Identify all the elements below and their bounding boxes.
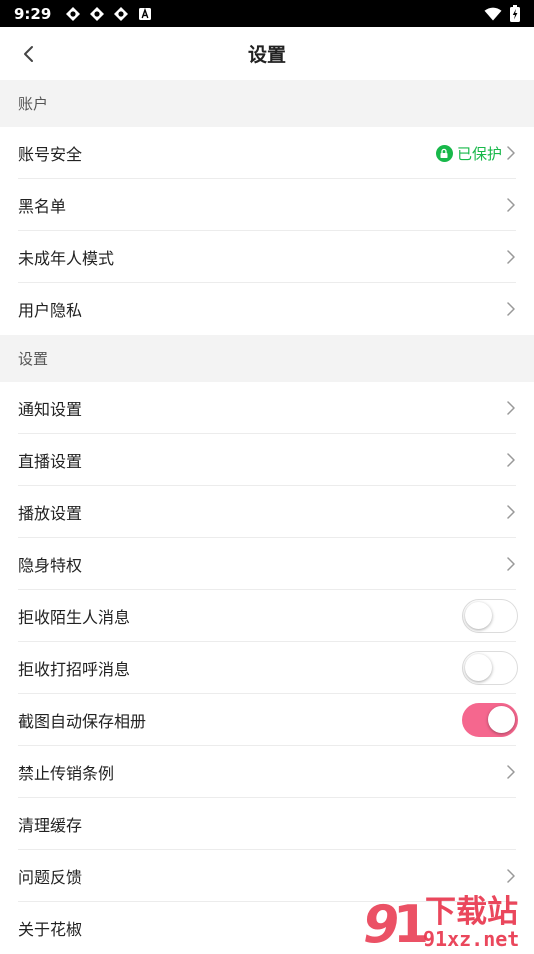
row-anti-pyramid-rules[interactable]: 禁止传销条例 [0,746,534,798]
page-title: 设置 [247,44,286,66]
chevron-right-icon [507,453,515,467]
watermark-domain-text: 91xz.net [423,927,519,950]
row-reject-greeting-messages: 拒收打招呼消息 [0,642,534,694]
screenshot-autosave-toggle[interactable] [462,703,518,737]
row-account-security[interactable]: 账号安全 已保护 [0,127,534,179]
app-icon-2 [90,6,105,21]
app-icon-1 [66,6,81,21]
row-notification-settings[interactable]: 通知设置 [0,382,534,434]
watermark-brand-text: 下载站 [425,894,518,930]
back-button[interactable] [8,27,48,80]
chevron-right-icon [507,401,515,415]
row-invisible-privilege[interactable]: 隐身特权 [0,538,534,590]
row-label: 禁止传销条例 [18,764,115,783]
reject-stranger-toggle[interactable] [462,599,518,633]
row-user-privacy[interactable]: 用户隐私 [0,283,534,335]
chevron-right-icon [507,869,515,883]
chevron-right-icon [507,146,515,160]
row-label: 截图自动保存相册 [18,712,147,731]
section-header-account: 账户 [0,80,534,127]
a-box-icon [139,7,152,20]
toggle-knob [465,602,492,629]
row-screenshot-autosave: 截图自动保存相册 [0,694,534,746]
chevron-left-icon [24,45,33,62]
row-label: 黑名单 [18,197,67,216]
chevron-right-icon [507,557,515,571]
app-icon-3 [114,6,129,21]
row-label: 用户隐私 [18,301,83,320]
row-label: 未成年人模式 [18,249,115,268]
row-minor-mode[interactable]: 未成年人模式 [0,231,534,283]
status-time: 9:29 [14,4,52,23]
chevron-right-icon [507,505,515,519]
protected-status-text: 已保护 [456,144,502,163]
row-label: 隐身特权 [18,556,83,575]
watermark-logo: 9 1 下载站 91xz.net [363,894,519,950]
row-playback-settings[interactable]: 播放设置 [0,486,534,538]
row-label: 通知设置 [18,400,83,419]
toggle-knob [465,654,492,681]
chevron-right-icon [507,765,515,779]
reject-greeting-toggle[interactable] [462,651,518,685]
row-reject-stranger-messages: 拒收陌生人消息 [0,590,534,642]
battery-charging-icon [510,5,520,22]
row-label: 拒收陌生人消息 [18,608,131,627]
status-left: 9:29 [14,5,153,23]
row-label: 直播设置 [18,452,83,471]
row-label: 拒收打招呼消息 [18,660,131,679]
protected-status: 已保护 [435,143,502,164]
lock-icon [435,144,453,162]
row-label: 问题反馈 [18,868,83,887]
section-header-settings: 设置 [0,335,534,382]
row-label: 播放设置 [18,504,83,523]
row-label: 账号安全 [18,145,83,164]
wifi-icon [484,7,502,20]
status-bar: 9:29 [0,0,534,27]
row-live-settings[interactable]: 直播设置 [0,434,534,486]
row-clear-cache[interactable]: 清理缓存 [0,798,534,850]
chevron-right-icon [507,198,515,212]
toggle-knob [488,706,515,733]
nav-bar: 设置 [0,27,534,80]
row-blacklist[interactable]: 黑名单 [0,179,534,231]
chevron-right-icon [507,250,515,264]
row-label: 清理缓存 [18,816,83,835]
status-right [484,5,520,22]
chevron-right-icon [507,302,515,316]
